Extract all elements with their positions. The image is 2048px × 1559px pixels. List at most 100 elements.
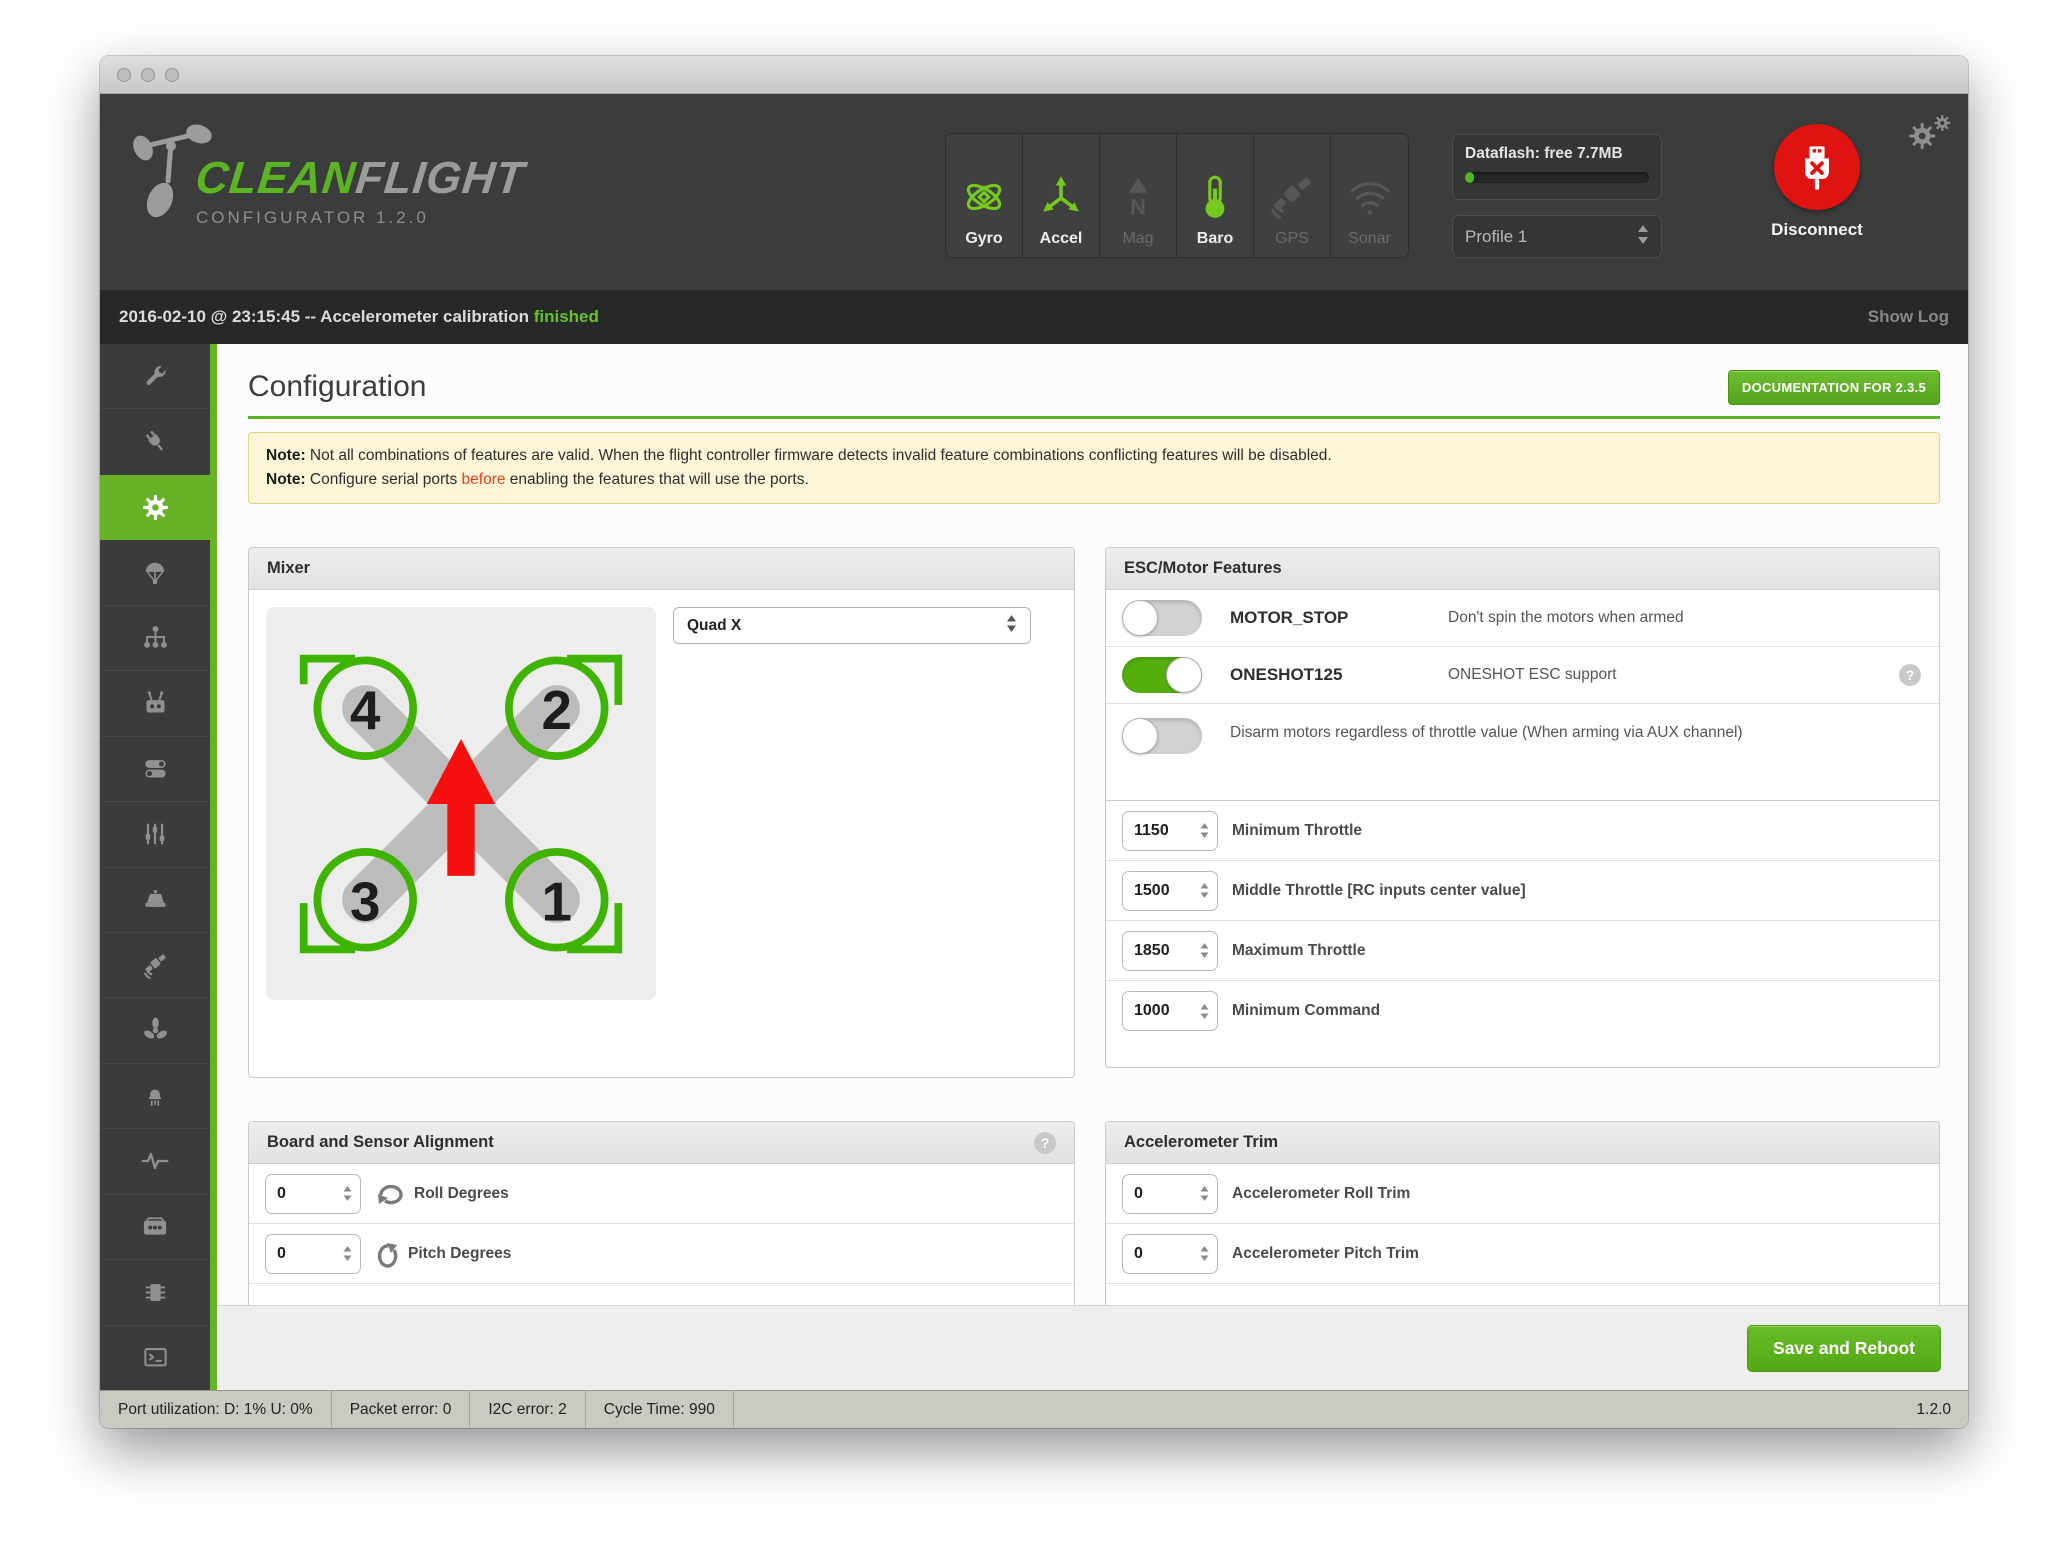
board-panel-header: Board and Sensor Alignment ? [249, 1122, 1074, 1164]
svg-text:N: N [1130, 195, 1146, 220]
motor-stop-toggle[interactable] [1122, 600, 1202, 636]
accel-pitch-trim-input[interactable] [1123, 1245, 1183, 1263]
stepper-arrows-icon[interactable] [343, 1186, 360, 1201]
pot-icon [142, 886, 169, 913]
motor-number: 3 [350, 870, 380, 932]
save-and-reboot-button[interactable]: Save and Reboot [1747, 1325, 1941, 1372]
help-icon[interactable]: ? [1034, 1132, 1056, 1154]
stepper-arrows-icon[interactable] [1200, 823, 1217, 838]
stepper-arrows-icon[interactable] [1200, 883, 1217, 898]
dataflash-progressbar [1465, 172, 1649, 183]
app-version: 1.2.0 [1900, 1391, 1968, 1428]
dataflash-label: Dataflash: free 7.7MB [1465, 145, 1649, 163]
transmitter-icon [142, 690, 169, 717]
satellite-icon [142, 952, 169, 979]
sidebar-item-failsafe[interactable] [100, 540, 210, 605]
sidebar-item-sensors[interactable] [100, 1129, 210, 1194]
sidebar-item-configuration[interactable] [100, 475, 210, 540]
minimum-command-input[interactable] [1123, 1002, 1183, 1020]
field-label: Minimum Throttle [1232, 822, 1362, 840]
sidebar-item-pid-tuning[interactable] [100, 606, 210, 671]
pitch-degrees-row: Pitch Degrees [249, 1224, 1074, 1284]
maximum-throttle-stepper[interactable] [1122, 931, 1218, 971]
sensor-label: Sonar [1348, 230, 1391, 248]
sidebar-item-adjustments[interactable] [100, 802, 210, 867]
accel-icon [1037, 173, 1085, 221]
port-utilization-status: Port utilization: D: 1% U: 0% [100, 1391, 332, 1428]
sidebar-item-servos[interactable] [100, 868, 210, 933]
field-label: Middle Throttle [RC inputs center value] [1232, 882, 1526, 900]
disconnect-label: Disconnect [1722, 220, 1912, 240]
help-icon[interactable]: ? [1899, 664, 1921, 686]
plug-icon [142, 428, 169, 455]
sensor-gps: GPS [1254, 134, 1331, 257]
window-zoom-button[interactable] [165, 68, 179, 82]
sidebar-item-cli[interactable] [100, 1326, 210, 1390]
roll-rotation-icon [375, 1182, 405, 1206]
sonar-icon [1346, 173, 1394, 221]
pitch-degrees-stepper[interactable] [265, 1234, 361, 1274]
minimum-throttle-input[interactable] [1123, 822, 1183, 840]
sidebar-item-tethered-logging[interactable] [100, 1195, 210, 1260]
stepper-arrows-icon[interactable] [1200, 943, 1217, 958]
sensor-label: Gyro [965, 230, 1002, 248]
terminal-icon [142, 1344, 169, 1371]
window-titlebar [100, 56, 1968, 94]
sensor-accel: Accel [1023, 134, 1100, 257]
status-bar: Port utilization: D: 1% U: 0% Packet err… [100, 1390, 1968, 1428]
roll-degrees-stepper[interactable] [265, 1174, 361, 1214]
accel-roll-trim-stepper[interactable] [1122, 1174, 1218, 1214]
chip-icon [142, 1279, 169, 1306]
i2c-error-status: I2C error: 2 [470, 1391, 585, 1428]
accel-pitch-trim-row: Accelerometer Pitch Trim [1106, 1224, 1939, 1284]
sidebar-item-motors[interactable] [100, 998, 210, 1063]
minimum-throttle-row: Minimum Throttle [1106, 801, 1939, 861]
sidebar-item-dataflash[interactable] [100, 1260, 210, 1325]
disarm-aux-toggle[interactable] [1122, 718, 1202, 754]
pitch-degrees-input[interactable] [266, 1245, 326, 1263]
sensor-baro: Baro [1177, 134, 1254, 257]
profile-select[interactable]: Profile 1 [1452, 215, 1662, 258]
accel-roll-trim-row: Accelerometer Roll Trim [1106, 1164, 1939, 1224]
parachute-icon [142, 560, 168, 586]
accel-pitch-trim-stepper[interactable] [1122, 1234, 1218, 1274]
sidebar-item-ports[interactable] [100, 409, 210, 474]
note-line-1: Note: Not all combinations of features a… [266, 444, 1922, 468]
minimum-command-stepper[interactable] [1122, 991, 1218, 1031]
field-label: Accelerometer Roll Trim [1232, 1185, 1410, 1203]
maximum-throttle-input[interactable] [1123, 942, 1183, 960]
documentation-button[interactable]: DOCUMENTATION FOR 2.3.5 [1728, 370, 1940, 405]
field-label: Maximum Throttle [1232, 942, 1365, 960]
disconnect-button[interactable]: Disconnect [1722, 124, 1912, 240]
stepper-arrows-icon[interactable] [1200, 1004, 1217, 1019]
show-log-button[interactable]: Show Log [1868, 307, 1949, 327]
sidebar-item-gps[interactable] [100, 933, 210, 998]
feature-row-motor-stop: MOTOR_STOP Don't spin the motors when ar… [1106, 590, 1939, 647]
sidebar-item-led-strip[interactable] [100, 1064, 210, 1129]
brand-subtitle: CONFIGURATOR 1.2.0 [196, 208, 524, 228]
middle-throttle-input[interactable] [1123, 882, 1183, 900]
title-underline [248, 416, 1940, 419]
sidebar-item-modes[interactable] [100, 737, 210, 802]
sidebar-item-receiver[interactable] [100, 671, 210, 736]
sidebar-item-setup[interactable] [100, 344, 210, 409]
stepper-arrows-icon[interactable] [1200, 1186, 1217, 1201]
stepper-arrows-icon[interactable] [1200, 1246, 1217, 1261]
usb-disconnect-icon [1774, 124, 1860, 210]
content-area: Configuration DOCUMENTATION FOR 2.3.5 No… [217, 344, 1968, 1390]
minimum-throttle-stepper[interactable] [1122, 811, 1218, 851]
mixer-type-select[interactable]: Quad X [673, 607, 1031, 644]
quad-mixer-diagram: 4 2 3 1 [266, 607, 656, 1000]
baro-icon [1191, 173, 1239, 221]
feature-row-oneshot125: ONESHOT125 ONESHOT ESC support ? [1106, 647, 1939, 704]
middle-throttle-stepper[interactable] [1122, 871, 1218, 911]
gyro-icon [960, 173, 1008, 221]
oneshot125-toggle[interactable] [1122, 657, 1202, 693]
settings-gears-icon[interactable] [1902, 110, 1954, 165]
roll-degrees-input[interactable] [266, 1185, 326, 1203]
window-close-button[interactable] [117, 68, 131, 82]
accel-roll-trim-input[interactable] [1123, 1185, 1183, 1203]
field-label: Roll Degrees [414, 1185, 509, 1203]
window-minimize-button[interactable] [141, 68, 155, 82]
stepper-arrows-icon[interactable] [343, 1246, 360, 1261]
